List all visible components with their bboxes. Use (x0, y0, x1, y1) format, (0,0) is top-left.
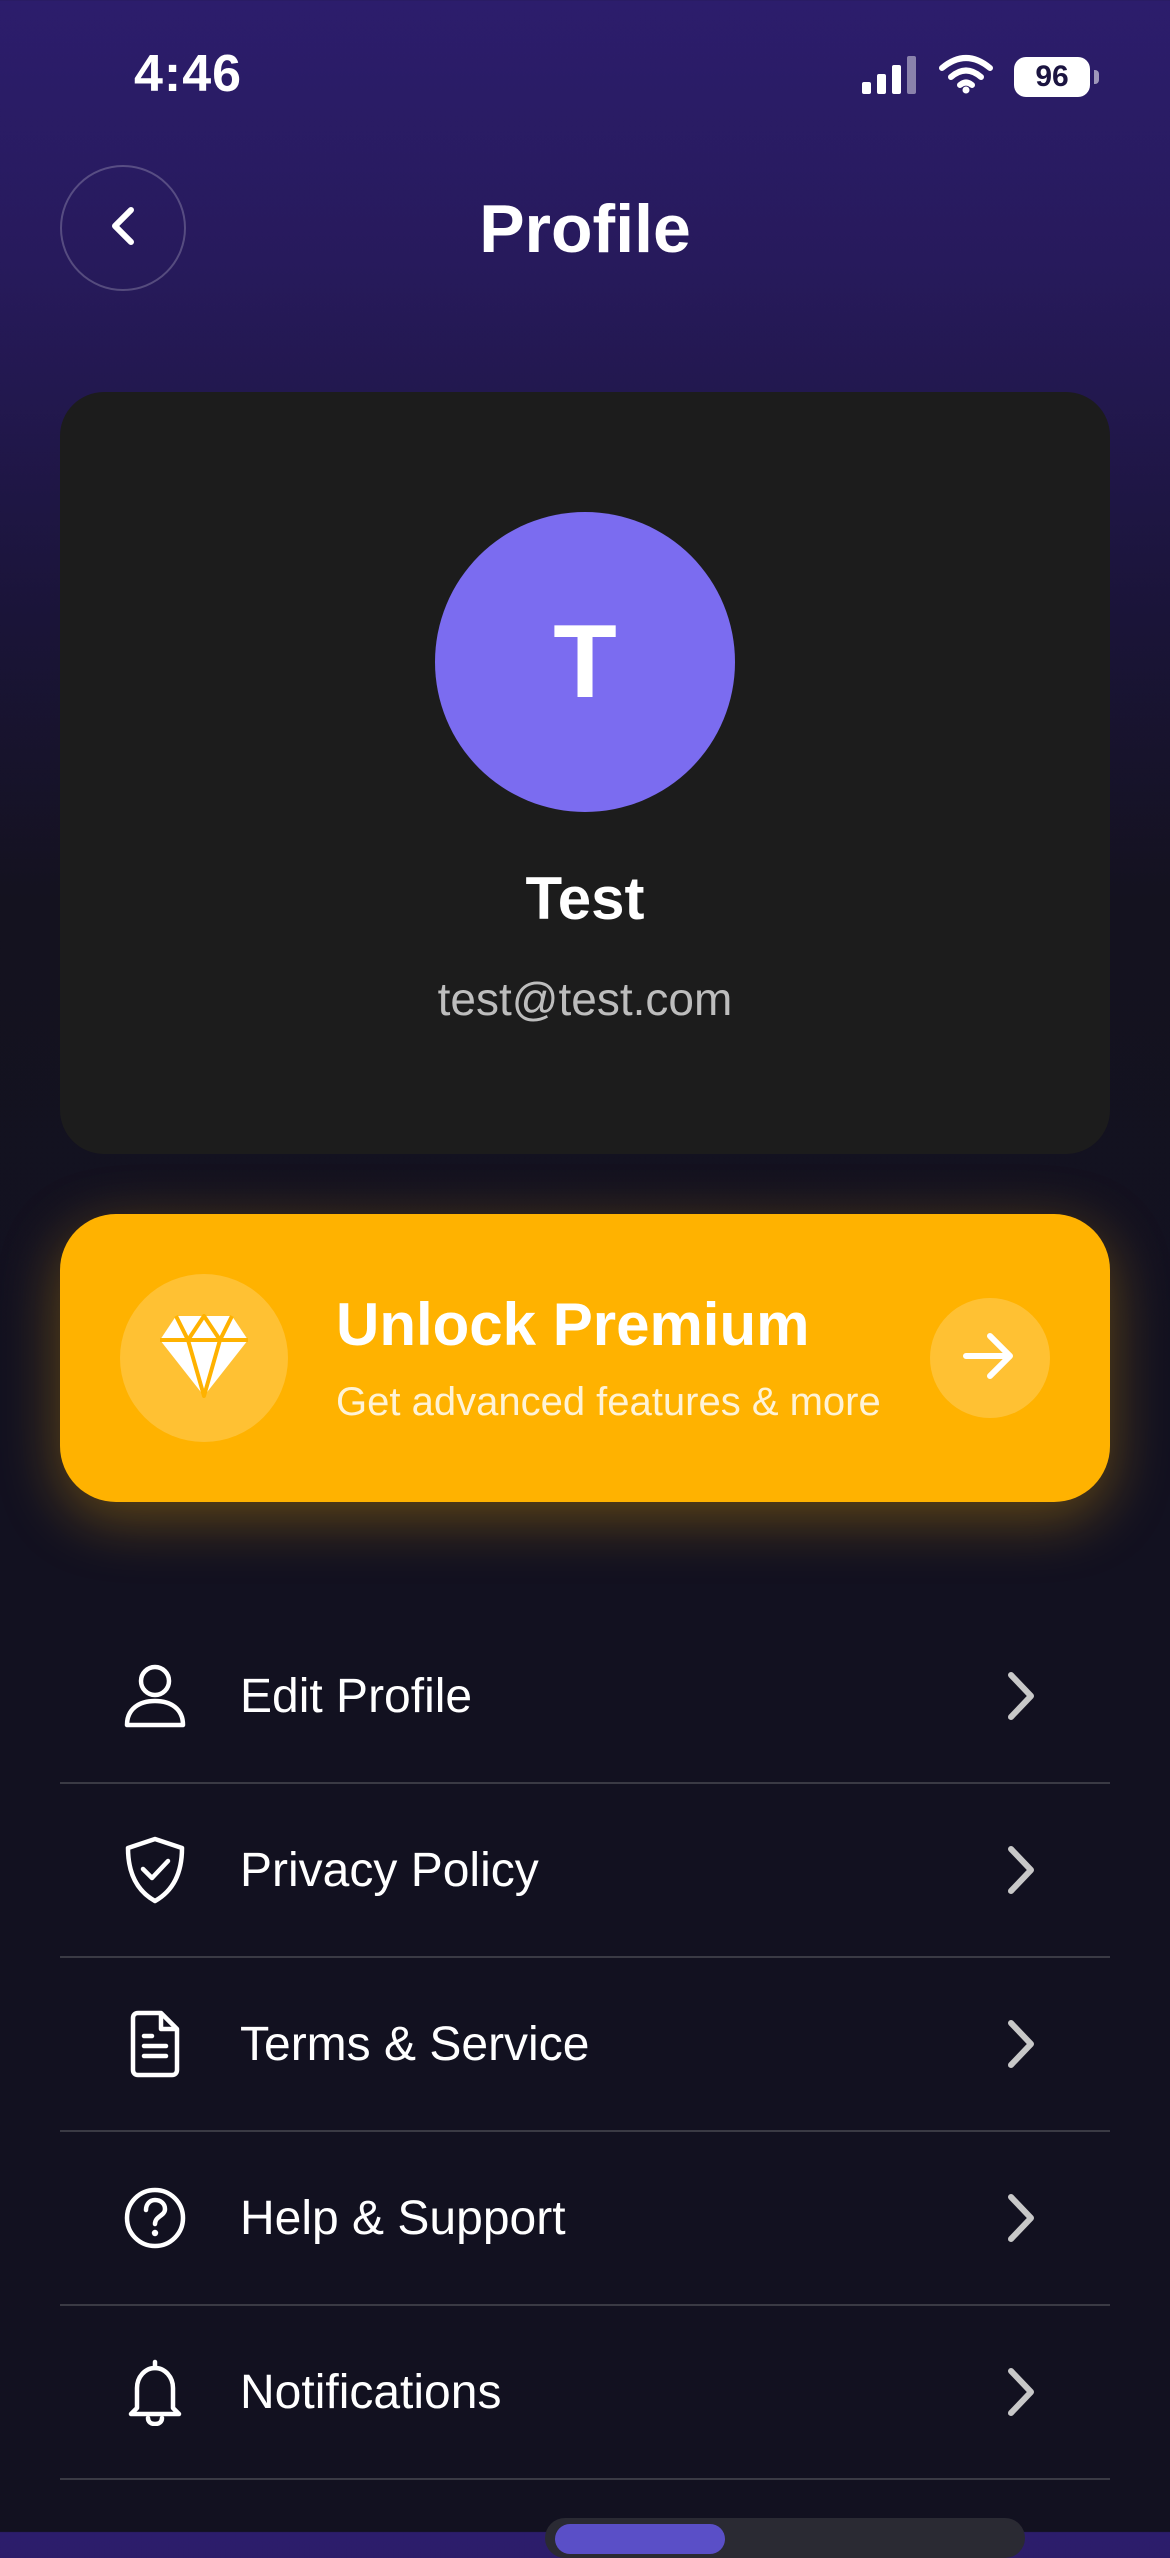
profile-email: test@test.com (437, 973, 733, 1025)
battery-tip (1094, 69, 1099, 84)
avatar: T (435, 512, 735, 812)
menu-item-privacy-policy[interactable]: Privacy Policy (60, 1784, 1110, 1958)
profile-name: Test (525, 865, 645, 932)
menu-item-label: Edit Profile (240, 1669, 473, 1723)
status-time: 4:46 (134, 45, 243, 103)
status-indicators: 96 (862, 54, 1099, 99)
chevron-right-icon (1000, 2190, 1040, 2246)
menu-item-label: Notifications (240, 2365, 502, 2419)
user-icon (120, 1661, 190, 1731)
chevron-right-icon (1000, 2364, 1040, 2420)
chevron-right-icon (1000, 2016, 1040, 2072)
menu-item-label: Terms & Service (240, 2017, 590, 2071)
premium-title: Unlock Premium (336, 1291, 810, 1358)
chevron-right-icon (1000, 1668, 1040, 1724)
status-bar: 4:46 96 (0, 0, 1170, 150)
arrow-right-icon (960, 1330, 1020, 1387)
battery-level: 96 (1035, 59, 1069, 93)
avatar-initial: T (553, 603, 617, 720)
premium-icon-badge (120, 1274, 288, 1442)
shield-check-icon (120, 1835, 190, 1905)
menu-item-help-support[interactable]: Help & Support (60, 2132, 1110, 2306)
menu-item-notifications[interactable]: Notifications (60, 2306, 1110, 2480)
menu-item-label: Privacy Policy (240, 1843, 539, 1897)
menu-item-edit-profile[interactable]: Edit Profile (60, 1610, 1110, 1784)
premium-arrow-button[interactable] (930, 1298, 1050, 1418)
bell-icon (120, 2357, 190, 2427)
help-circle-icon (120, 2183, 190, 2253)
bottom-tab-active-indicator (555, 2524, 725, 2554)
battery-icon: 96 (1014, 56, 1099, 97)
unlock-premium-banner[interactable]: Unlock Premium Get advanced features & m… (60, 1214, 1110, 1502)
chevron-right-icon (1000, 1842, 1040, 1898)
document-icon (120, 2009, 190, 2079)
diamond-icon (158, 1313, 250, 1403)
menu-item-terms-service[interactable]: Terms & Service (60, 1958, 1110, 2132)
cellular-signal-icon (862, 54, 918, 99)
page-title: Profile (479, 191, 691, 267)
wifi-icon (938, 54, 994, 99)
settings-menu: Edit Profile Privacy Policy Terms & Serv… (60, 1610, 1110, 2480)
menu-item-label: Help & Support (240, 2191, 566, 2245)
premium-subtitle: Get advanced features & more (336, 1380, 881, 1424)
profile-card: T Test test@test.com (60, 392, 1110, 1154)
